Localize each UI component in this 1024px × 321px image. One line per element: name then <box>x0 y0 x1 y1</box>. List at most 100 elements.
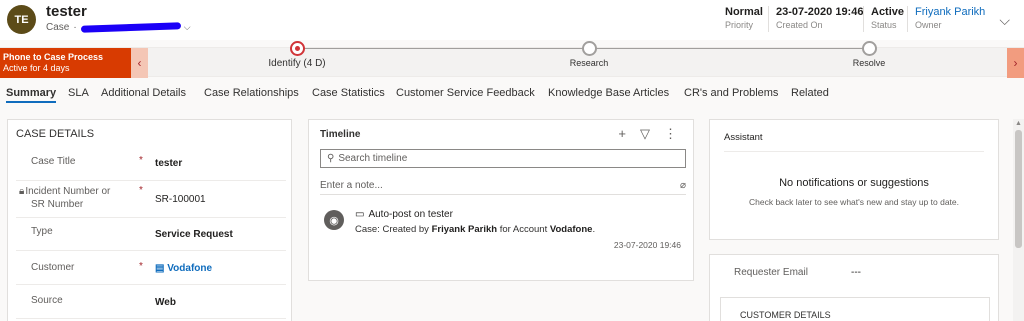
divider <box>724 151 984 152</box>
customer-lookup[interactable]: ▤ Vodafone <box>155 263 212 274</box>
field-label: Type <box>31 226 53 237</box>
status-value: Active <box>871 6 905 18</box>
section-title: CUSTOMER DETAILS <box>740 310 831 320</box>
post-body-text: Case: Created by <box>355 224 432 235</box>
status-field: Active Status <box>871 6 904 30</box>
paperclip-icon[interactable]: ⌀ <box>680 180 686 191</box>
business-process-bar: Phone to Case Process Active for 4 days … <box>0 41 1024 78</box>
priority-value: Normal <box>725 6 763 18</box>
requester-email-value[interactable]: --- <box>851 267 861 278</box>
process-flag[interactable]: Phone to Case Process Active for 4 days <box>0 48 131 78</box>
chevron-left-icon[interactable]: ‹ <box>131 48 148 78</box>
field-value: SR-100001 <box>155 194 206 205</box>
divider <box>907 6 908 32</box>
field-incident-number[interactable]: 🔒︎Incident Number or SR Number * SR-1000… <box>16 181 286 218</box>
tab-crs-and-problems[interactable]: CR's and Problems <box>684 87 778 99</box>
bot-icon: ◉ <box>324 210 344 230</box>
required-marker: * <box>139 261 143 272</box>
scrollbar-thumb[interactable] <box>1015 130 1022 248</box>
tab-case-relationships[interactable]: Case Relationships <box>204 87 299 99</box>
post-title-text: Auto-post on tester <box>368 209 453 220</box>
stage-dot-icon <box>289 41 305 56</box>
scrollbar[interactable]: ▲ <box>1013 119 1024 321</box>
tab-related[interactable]: Related <box>791 87 829 99</box>
tab-summary[interactable]: Summary <box>6 87 57 103</box>
tab-knowledge-base-articles[interactable]: Knowledge Base Articles <box>548 87 669 99</box>
record-subtitle: Case · ⌵ <box>46 22 191 33</box>
field-value[interactable]: tester <box>155 158 182 169</box>
divider <box>768 6 769 32</box>
stage-dot-icon <box>861 41 877 56</box>
form-selector[interactable]: ⌵ <box>80 22 191 33</box>
stage-research[interactable]: Research <box>529 41 649 68</box>
post-body-text: for Account <box>497 224 550 235</box>
timeline-title: Timeline <box>320 129 361 140</box>
avatar: TE <box>7 5 36 34</box>
customer-details-section: CUSTOMER DETAILS <box>720 297 990 321</box>
plus-icon[interactable]: + <box>618 126 626 142</box>
timeline-section: Timeline + ▽ ⋮ ⚲ Search timeline Enter a… <box>308 119 694 281</box>
assistant-sub-message: Check back later to see what's new and s… <box>749 197 959 207</box>
chevron-right-icon[interactable]: › <box>1007 48 1024 78</box>
chevron-down-icon: ⌵ <box>183 22 191 32</box>
created-on-value: 23-07-2020 19:46 <box>776 6 864 18</box>
post-title[interactable]: ▭ Auto-post on tester <box>355 209 453 220</box>
tab-customer-service-feedback[interactable]: Customer Service Feedback <box>396 87 535 99</box>
field-label: Source <box>31 295 63 306</box>
requester-section: Requester Email --- CUSTOMER DETAILS <box>709 254 999 321</box>
section-title: CASE DETAILS <box>16 128 95 140</box>
stage-label: Research <box>569 58 609 68</box>
owner-label: Owner <box>915 20 942 30</box>
assistant-message: No notifications or suggestions <box>779 177 929 189</box>
redacted-form-name <box>80 22 181 33</box>
account-icon: ▤ <box>155 263 165 274</box>
entity-type: Case <box>46 22 70 33</box>
owner-link[interactable]: Friyank Parikh <box>915 6 985 18</box>
assistant-title: Assistant <box>724 132 763 143</box>
stage-identify[interactable]: Identify (4 D) <box>237 41 357 69</box>
divider <box>863 6 864 32</box>
case-details-section: CASE DETAILS Case Title * tester 🔒︎Incid… <box>7 119 292 321</box>
note-placeholder: Enter a note... <box>320 180 383 191</box>
timeline-search-input[interactable]: ⚲ Search timeline <box>320 149 686 168</box>
stage-label: Identify (4 D) <box>268 58 326 69</box>
created-on-field: 23-07-2020 19:46 Created On <box>776 6 863 30</box>
more-icon[interactable]: ⋮ <box>664 126 677 142</box>
field-value[interactable]: Service Request <box>155 229 233 240</box>
timeline-toolbar: + ▽ ⋮ <box>618 126 677 142</box>
status-label: Status <box>871 20 897 30</box>
note-input[interactable]: Enter a note... ⌀ <box>320 177 686 195</box>
stage-resolve[interactable]: Resolve <box>809 41 929 68</box>
created-on-label: Created On <box>776 20 823 30</box>
field-source[interactable]: Source Web <box>16 285 286 319</box>
stage-dot-icon <box>581 41 597 56</box>
assistant-section: Assistant No notifications or suggestion… <box>709 119 999 240</box>
field-label: 🔒︎Incident Number or SR Number <box>19 185 110 211</box>
chevron-down-icon[interactable]: ⌵ <box>999 12 1010 29</box>
stage-label: Resolve <box>852 58 886 68</box>
field-case-title[interactable]: Case Title * tester <box>16 147 286 181</box>
search-placeholder: Search timeline <box>338 153 408 164</box>
post-account: Vodafone <box>549 224 593 235</box>
priority-field: Normal Priority <box>725 6 763 30</box>
field-customer[interactable]: Customer * ▤ Vodafone <box>16 251 286 285</box>
post-date: 23-07-2020 19:46 <box>613 240 681 250</box>
field-type[interactable]: Type Service Request <box>16 218 286 251</box>
search-icon: ⚲ <box>327 153 335 164</box>
field-value[interactable]: Web <box>155 297 176 308</box>
scroll-up-icon[interactable]: ▲ <box>1015 120 1022 127</box>
process-duration: Active for 4 days <box>3 63 70 73</box>
requester-email-label: Requester Email <box>734 267 808 278</box>
separator: · <box>73 22 77 33</box>
tab-case-statistics[interactable]: Case Statistics <box>312 87 385 99</box>
post-body: Case: Created by Friyank Parikh for Acco… <box>355 224 595 235</box>
customer-link[interactable]: Vodafone <box>167 263 212 274</box>
field-label-line: Incident Number or <box>25 186 111 197</box>
filter-icon[interactable]: ▽ <box>640 126 650 142</box>
record-header: TE tester Case · ⌵ Normal Priority 23-07… <box>0 0 1024 40</box>
post-body-text: . <box>592 224 596 235</box>
tab-additional-details[interactable]: Additional Details <box>101 87 186 99</box>
post-icon: ▭ <box>355 209 365 220</box>
tab-sla[interactable]: SLA <box>68 87 89 99</box>
lock-icon: 🔒︎ <box>19 186 25 197</box>
